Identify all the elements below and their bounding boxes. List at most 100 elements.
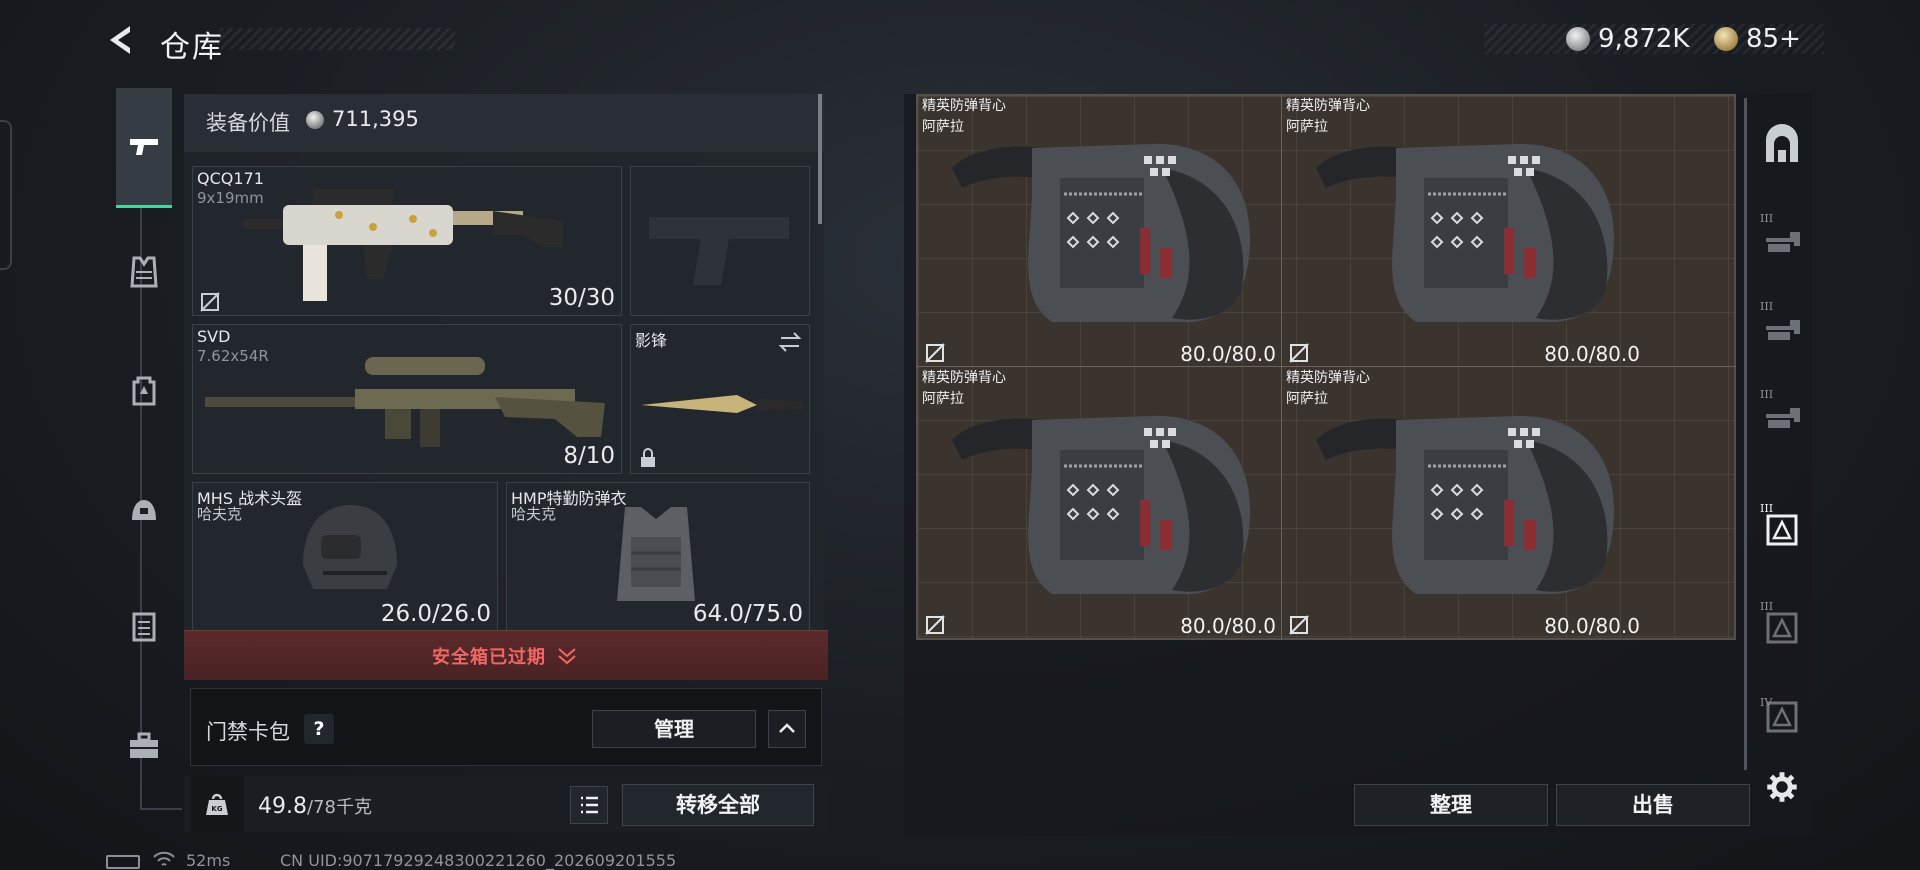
no-insure-icon <box>1289 615 1309 635</box>
category-backpack-tab[interactable] <box>116 330 172 450</box>
tier-label: III <box>1760 300 1774 313</box>
category-medical-tab[interactable] <box>116 566 172 686</box>
filter-all-tab[interactable] <box>1752 102 1812 186</box>
weight-icon: KG <box>206 793 228 815</box>
svg-text:KG: KG <box>211 805 222 813</box>
title-stripe <box>220 28 455 50</box>
item-brand: 阿萨拉 <box>922 119 964 135</box>
vest-image <box>1316 143 1614 322</box>
chevron-up-icon <box>779 723 795 733</box>
weight-capacity: 49.8/78千克 <box>258 793 372 819</box>
item-durability: 80.0/80.0 <box>1180 342 1276 366</box>
item-brand: 阿萨拉 <box>1286 119 1328 135</box>
category-armor-tab[interactable] <box>116 212 172 332</box>
manage-button[interactable]: 管理 <box>592 710 756 748</box>
filter-tier-tab[interactable]: III <box>1752 284 1812 368</box>
helmet-icon <box>132 500 156 520</box>
silver-coin-icon <box>1566 27 1590 51</box>
sidebar-divider-bottom <box>140 808 182 810</box>
swap-icon[interactable] <box>777 331 803 353</box>
armor-brand: 哈夫克 <box>511 505 557 523</box>
collapse-button[interactable] <box>768 710 806 748</box>
storage-scrollbar[interactable] <box>1744 98 1747 770</box>
currency-gold-amount[interactable]: 85+ <box>1746 24 1801 54</box>
no-insure-icon <box>925 343 945 363</box>
item-durability: 80.0/80.0 <box>1544 614 1640 638</box>
currency-silver-amount: 9,872K <box>1598 24 1690 54</box>
silver-coin-icon <box>306 111 324 129</box>
tier-label: III <box>1760 502 1774 515</box>
tier-label: III <box>1760 212 1774 225</box>
sidearm-slot[interactable] <box>630 166 810 316</box>
toolbox-icon <box>130 732 158 758</box>
weight-icon-box: KG <box>190 776 244 832</box>
backpack-icon <box>132 376 156 406</box>
ammo-count: 30/30 <box>548 285 615 311</box>
weight-current: 49.8 <box>258 794 307 819</box>
filter-tier-tab[interactable]: III <box>1752 372 1812 456</box>
smg-image <box>243 189 563 301</box>
filter-tier-tab[interactable]: III <box>1752 584 1812 668</box>
sell-button[interactable]: 出售 <box>1556 784 1750 826</box>
category-helmet-tab[interactable] <box>116 452 172 572</box>
help-icon[interactable]: ? <box>304 714 334 744</box>
transfer-all-button[interactable]: 转移全部 <box>622 784 814 826</box>
medkit-icon <box>132 612 156 642</box>
page-title: 仓库 <box>160 30 224 65</box>
category-weapons-tab[interactable] <box>116 88 172 208</box>
secondary-weapon-slot[interactable]: SVD 7.62x54R 8/10 <box>192 324 622 474</box>
item-brand: 阿萨拉 <box>1286 391 1328 407</box>
item-durability: 80.0/80.0 <box>1544 342 1640 366</box>
vest-image <box>952 143 1250 322</box>
keycard-label: 门禁卡包 <box>206 720 290 744</box>
loadout-scrollbar[interactable] <box>818 94 822 224</box>
armor-slot[interactable]: HMP特勤防弹衣 哈夫克 64.0/75.0 <box>506 482 810 632</box>
gold-coin-icon <box>1714 27 1738 51</box>
helmet-brand: 哈夫克 <box>197 505 243 523</box>
melee-slot[interactable]: 影锋 <box>630 324 810 474</box>
lock-icon <box>641 448 655 467</box>
settings-button[interactable] <box>1752 762 1812 812</box>
sort-button[interactable]: 整理 <box>1354 784 1548 826</box>
storage-item-vest[interactable]: 精英防弹背心 阿萨拉 80.0/80.0 <box>1282 96 1646 368</box>
double-chevron-down-icon[interactable] <box>556 646 578 666</box>
armor-durability: 64.0/75.0 <box>692 601 803 627</box>
helmet-image <box>303 505 397 589</box>
sidebar-edge <box>0 120 12 270</box>
ammo-count: 8/10 <box>563 443 615 469</box>
uid-text: CN UID:90717929248300221260_202609201555 <box>280 851 677 870</box>
item-name: 精英防弹背心 <box>922 370 1006 386</box>
tier-label: III <box>1760 600 1774 613</box>
item-brand: 阿萨拉 <box>922 391 964 407</box>
storage-item-vest[interactable]: 精英防弹背心 阿萨拉 80.0/80.0 <box>1282 368 1646 640</box>
helmet-durability: 26.0/26.0 <box>380 601 491 627</box>
item-name: 精英防弹背心 <box>1286 98 1370 114</box>
all-items-icon <box>1766 124 1798 162</box>
pistol-placeholder-icon <box>649 217 789 285</box>
filter-tier-tab[interactable]: III <box>1752 196 1812 280</box>
helmet-slot[interactable]: MHS 战术头盔 哈夫克 26.0/26.0 <box>192 482 498 632</box>
no-insure-icon <box>200 292 220 312</box>
item-name: 精英防弹背心 <box>1286 370 1370 386</box>
storage-item-vest[interactable]: 精英防弹背心 阿萨拉 80.0/80.0 <box>918 368 1282 640</box>
primary-weapon-slot[interactable]: QCQ171 9x19mm 30/30 <box>192 166 622 316</box>
melee-name: 影锋 <box>635 331 668 350</box>
battery-icon <box>106 855 140 869</box>
vest-icon <box>130 256 158 288</box>
knife-image <box>641 395 803 413</box>
filter-tier-tab-active[interactable]: III <box>1752 486 1812 570</box>
category-misc-tab[interactable] <box>116 686 172 806</box>
vest-image <box>1316 415 1614 594</box>
armor-image <box>617 507 695 601</box>
item-name: 精英防弹背心 <box>922 98 1006 114</box>
sniper-rifle-image <box>205 357 605 447</box>
item-durability: 80.0/80.0 <box>1180 614 1276 638</box>
list-view-button[interactable] <box>570 786 608 824</box>
equipment-value-label: 装备价值 <box>206 111 290 135</box>
no-insure-icon <box>925 615 945 635</box>
back-arrow-icon[interactable] <box>104 22 140 58</box>
ping-text: 52ms <box>186 851 231 870</box>
wifi-icon <box>153 851 175 866</box>
filter-tier-tab[interactable]: IV <box>1752 680 1812 750</box>
storage-item-vest[interactable]: 精英防弹背心 阿萨拉 80.0/80.0 <box>918 96 1282 368</box>
